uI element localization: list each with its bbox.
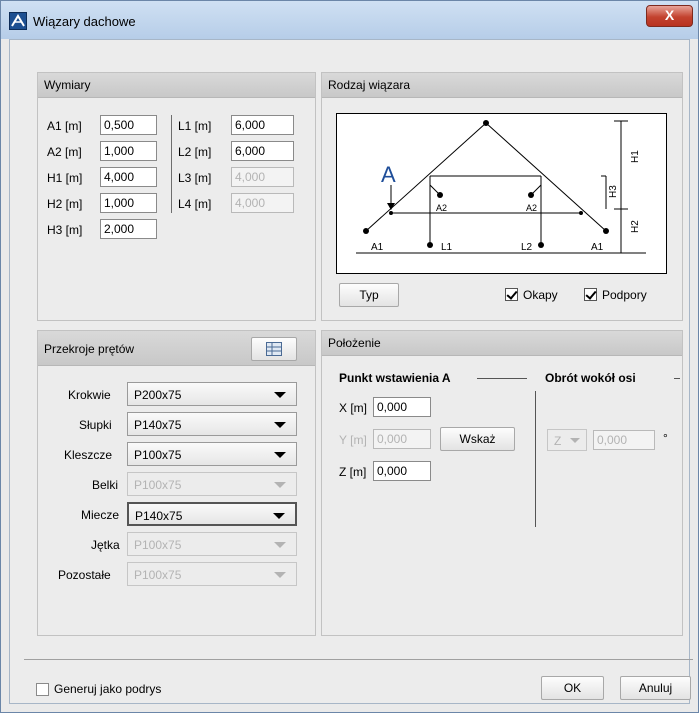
truss-diagram: A H1 H2 H3 A2 A2 A1 A1 L1 L2 [336,113,667,274]
slupki-select[interactable]: P140x75 [127,412,297,436]
polozenie-panel: Położenie Punkt wstawienia A Obrót wokół… [321,330,683,636]
l4-field[interactable]: 4,000 [231,193,294,213]
rodzaj-header: Rodzaj wiązara [322,73,682,98]
l2-field[interactable]: 6,000 [231,141,294,161]
miecze-select[interactable]: P140x75 [127,502,297,526]
a2-label: A2 [m] [47,145,82,159]
l3-label: L3 [m] [178,171,212,185]
diagram-label-a2-left: A2 [436,203,447,213]
wskaz-button[interactable]: Wskaż [440,427,515,451]
pozostale-label: Pozostałe [58,568,111,582]
typ-button[interactable]: Typ [339,283,399,307]
polozenie-divider [535,391,536,527]
belki-select[interactable]: P100x75 [127,472,297,496]
l2-label: L2 [m] [178,145,212,159]
l3-field[interactable]: 4,000 [231,167,294,187]
przekroje-panel: Przekroje prętów Krokwie P200x75 Słupki … [37,330,316,636]
l4-label: L4 [m] [178,197,212,211]
h2-field[interactable]: 1,000 [100,193,157,213]
kleszcze-label: Kleszcze [64,448,113,462]
chevron-down-icon [274,422,286,428]
wymiary-panel: Wymiary A1 [m] 0,500 A2 [m] 1,000 H1 [m]… [37,72,316,321]
h3-label: H3 [m] [47,223,83,237]
generuj-label: Generuj jako podrys [54,682,162,696]
wymiary-header: Wymiary [38,73,315,98]
ok-button[interactable]: OK [541,676,604,700]
chevron-down-icon [274,452,286,458]
generuj-checkbox[interactable] [36,683,49,696]
anuluj-button[interactable]: Anuluj [620,676,691,700]
x-field[interactable]: 0,000 [373,397,431,417]
axis-select[interactable]: Z [547,429,587,451]
diagram-label-h3: H3 [608,185,619,198]
app-icon [9,12,27,30]
polozenie-title: Położenie [328,336,381,350]
a1-field[interactable]: 0,500 [100,115,157,135]
sections-library-button[interactable] [251,337,297,361]
krokwie-select[interactable]: P200x75 [127,382,297,406]
rodzaj-panel: Rodzaj wiązara A H1 H2 H3 A2 A2 A1 A1 L1… [321,72,683,321]
y-field[interactable]: 0,000 [373,429,431,449]
kleszcze-select[interactable]: P100x75 [127,442,297,466]
chevron-down-icon [570,438,580,443]
table-icon [266,342,282,356]
diagram-label-h2: H2 [630,220,641,233]
dialog-client: Wymiary A1 [m] 0,500 A2 [m] 1,000 H1 [m]… [9,39,690,704]
diagram-label-l2: L2 [521,242,533,253]
diagram-label-a: A [381,162,396,187]
pozostale-select[interactable]: P100x75 [127,562,297,586]
polozenie-header: Położenie [322,331,682,356]
window-title: Wiązary dachowe [33,14,136,29]
angle-field[interactable]: 0,000 [593,430,655,450]
title-bar: Wiązary dachowe X [1,1,698,39]
x-label: X [m] [339,401,368,415]
diagram-label-l1: L1 [441,242,453,253]
z-label: Z [m] [339,465,367,479]
footer-separator [24,659,693,660]
diagram-label-a1-right: A1 [591,242,604,253]
close-button[interactable]: X [646,5,693,27]
a1-label: A1 [m] [47,119,82,133]
chevron-down-icon [274,572,286,578]
chevron-down-icon [274,482,286,488]
okapy-checkbox[interactable] [505,288,518,301]
chevron-down-icon [274,542,286,548]
l1-field[interactable]: 6,000 [231,115,294,135]
z-field[interactable]: 0,000 [373,461,431,481]
obrot-separator [674,378,680,379]
przekroje-title: Przekroje prętów [44,342,135,356]
chevron-down-icon [273,513,285,519]
wymiary-title: Wymiary [44,78,91,92]
podpory-label: Podpory [602,288,647,302]
h1-label: H1 [m] [47,171,83,185]
belki-label: Belki [92,478,119,492]
l1-label: L1 [m] [178,119,212,133]
miecze-label: Miecze [81,508,120,522]
diagram-label-a1-left: A1 [371,242,384,253]
y-label: Y [m] [339,433,367,447]
h1-field[interactable]: 4,000 [100,167,157,187]
jetka-select[interactable]: P100x75 [127,532,297,556]
diagram-label-a2-right: A2 [526,203,537,213]
punkt-separator [477,378,527,379]
jetka-label: Jętka [91,538,120,552]
obrot-title: Obrót wokół osi [545,371,636,385]
okapy-label: Okapy [523,288,558,302]
chevron-down-icon [274,392,286,398]
slupki-label: Słupki [79,418,112,432]
punkt-wstawienia-title: Punkt wstawienia A [339,371,451,385]
krokwie-label: Krokwie [68,388,111,402]
wymiary-divider [171,115,172,213]
diagram-label-h1: H1 [630,150,641,163]
dialog-window: Wiązary dachowe X Wymiary A1 [m] 0,500 A… [0,0,699,713]
rodzaj-title: Rodzaj wiązara [328,78,411,92]
podpory-checkbox[interactable] [584,288,597,301]
a2-field[interactable]: 1,000 [100,141,157,161]
h3-field[interactable]: 2,000 [100,219,157,239]
degree-label: ° [663,431,668,445]
h2-label: H2 [m] [47,197,83,211]
